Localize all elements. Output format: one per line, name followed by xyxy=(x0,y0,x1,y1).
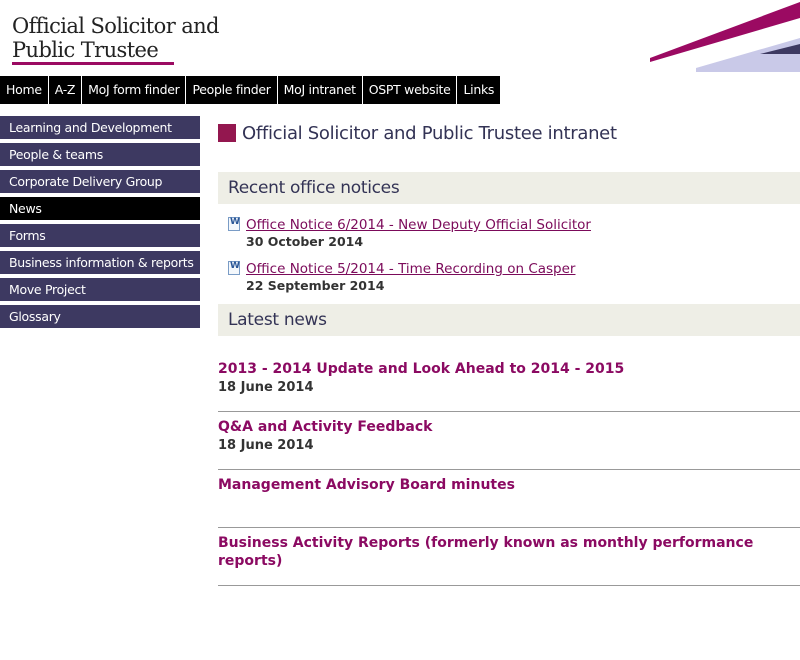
word-document-icon xyxy=(228,217,240,231)
top-navigation: Home A-Z MoJ form finder People finder M… xyxy=(0,76,502,104)
side-navigation: Learning and Development People & teams … xyxy=(0,116,200,332)
word-document-icon xyxy=(228,261,240,275)
sidebar-item-glossary[interactable]: Glossary xyxy=(0,305,200,328)
page-title: Official Solicitor and Public Trustee in… xyxy=(218,118,800,148)
header-decoration xyxy=(650,2,800,72)
news-title-link[interactable]: Management Advisory Board minutes xyxy=(218,476,800,494)
list-item: Office Notice 6/2014 - New Deputy Offici… xyxy=(218,214,800,250)
news-title-link[interactable]: Q&A and Activity Feedback xyxy=(218,418,800,436)
news-date: 18 June 2014 xyxy=(218,438,314,453)
topnav-links[interactable]: Links xyxy=(457,76,502,104)
topnav-ospt-website[interactable]: OSPT website xyxy=(362,76,458,104)
sidebar-item-people-teams[interactable]: People & teams xyxy=(0,143,200,166)
news-list: 2013 - 2014 Update and Look Ahead to 201… xyxy=(218,354,800,586)
sidebar-item-learning-development[interactable]: Learning and Development xyxy=(0,116,200,139)
notices-list: Office Notice 6/2014 - New Deputy Offici… xyxy=(218,214,800,294)
news-item: Q&A and Activity Feedback 18 June 2014 xyxy=(218,412,800,470)
news-heading: Latest news xyxy=(218,304,800,336)
logo-underline xyxy=(12,62,174,65)
title-square-icon xyxy=(218,124,236,142)
site-logo[interactable]: Official Solicitor and Public Trustee xyxy=(12,14,219,62)
topnav-people-finder[interactable]: People finder xyxy=(186,76,278,104)
news-item: Business Activity Reports (formerly know… xyxy=(218,528,800,586)
sidebar-item-business-information-reports[interactable]: Business information & reports xyxy=(0,251,200,274)
topnav-home[interactable]: Home xyxy=(0,76,49,104)
topnav-a-z[interactable]: A-Z xyxy=(48,76,83,104)
logo-line-1: Official Solicitor and xyxy=(12,14,219,38)
sidebar-item-news[interactable]: News xyxy=(0,197,200,220)
news-title-link[interactable]: Business Activity Reports (formerly know… xyxy=(218,534,800,570)
topnav-moj-intranet[interactable]: MoJ intranet xyxy=(277,76,363,104)
page-title-text: Official Solicitor and Public Trustee in… xyxy=(242,122,617,144)
news-title-link[interactable]: 2013 - 2014 Update and Look Ahead to 201… xyxy=(218,360,800,378)
logo-line-2: Public Trustee xyxy=(12,38,159,62)
sidebar-item-move-project[interactable]: Move Project xyxy=(0,278,200,301)
notice-link[interactable]: Office Notice 5/2014 - Time Recording on… xyxy=(246,261,575,277)
list-item: Office Notice 5/2014 - Time Recording on… xyxy=(218,258,800,294)
sidebar-item-forms[interactable]: Forms xyxy=(0,224,200,247)
news-date: 18 June 2014 xyxy=(218,380,314,395)
sidebar-item-corporate-delivery-group[interactable]: Corporate Delivery Group xyxy=(0,170,200,193)
topnav-moj-form-finder[interactable]: MoJ form finder xyxy=(82,76,187,104)
news-item: 2013 - 2014 Update and Look Ahead to 201… xyxy=(218,354,800,412)
notices-heading: Recent office notices xyxy=(218,172,800,204)
news-item: Management Advisory Board minutes xyxy=(218,470,800,528)
notice-link[interactable]: Office Notice 6/2014 - New Deputy Offici… xyxy=(246,217,591,233)
notice-date: 22 September 2014 xyxy=(246,278,385,293)
main-content: Official Solicitor and Public Trustee in… xyxy=(218,118,800,586)
notice-date: 30 October 2014 xyxy=(246,234,364,249)
